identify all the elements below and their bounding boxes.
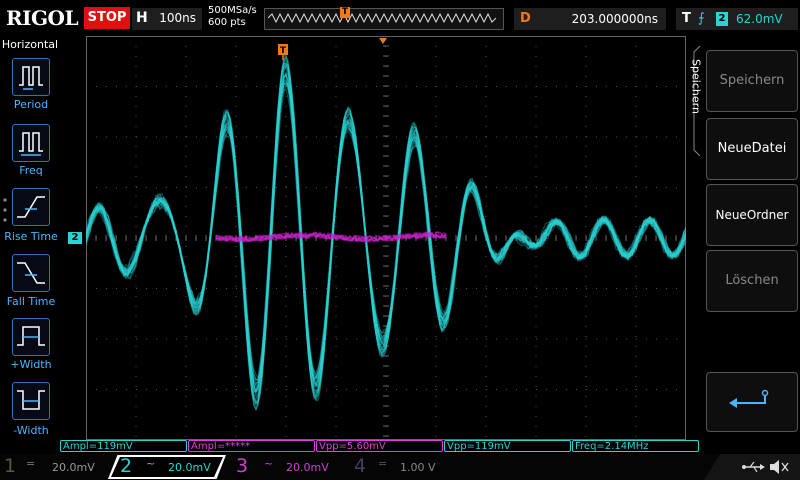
brand-logo: RIGOL	[6, 6, 78, 30]
freq-label: Freq	[0, 164, 62, 177]
trigger-level: 62.0mV	[736, 12, 783, 26]
dc-coupling-icon: =	[378, 457, 387, 470]
save-menu-panel: Speichern Speichern NeueDatei NeueOrdner…	[688, 36, 800, 440]
back-button[interactable]	[706, 372, 798, 432]
channel-scale: 20.0mV	[168, 461, 211, 474]
measurement-ch2-vpp[interactable]: Vpp=119mV	[444, 440, 571, 452]
page-dots-icon	[2, 196, 8, 236]
negative-width-icon	[13, 383, 49, 419]
memory-depth: 600 pts	[208, 17, 257, 29]
top-status-bar: RIGOL STOP H 100ns 500MSa/s 600 pts T D …	[0, 0, 800, 36]
rise-time-icon	[13, 189, 49, 225]
menu-title: Speichern	[690, 39, 703, 135]
period-icon	[13, 59, 49, 95]
timebase-label: H	[136, 10, 148, 26]
neue-ordner-button[interactable]: NeueOrdner	[706, 184, 798, 246]
svg-text:T: T	[280, 46, 287, 56]
delay-label: D	[520, 11, 531, 26]
trigger-position-marker: T	[340, 7, 350, 18]
channel-number: 3	[236, 455, 248, 477]
ac-coupling-icon: ~	[146, 457, 155, 470]
fall-time-label: Fall Time	[0, 295, 62, 308]
channel-2-offset-marker[interactable]: 2	[68, 232, 82, 244]
channel-scale: 1.00 V	[400, 461, 436, 474]
channel-3-status[interactable]: 3 ~ 20.0mV	[230, 455, 344, 479]
freq-button[interactable]	[12, 124, 50, 162]
measurement-bar: Ampl=119mV Ampl=***** Vpp=5.60mV Vpp=119…	[60, 440, 700, 453]
measurement-ch3-amplitude[interactable]: Ampl=*****	[188, 440, 315, 452]
channel-number: 2	[120, 455, 132, 477]
measurement-ch2-amplitude[interactable]: Ampl=119mV	[60, 440, 187, 452]
status-icons-area	[700, 454, 800, 480]
negative-width-button[interactable]	[12, 382, 50, 420]
positive-width-button[interactable]	[12, 318, 50, 356]
dc-coupling-icon: =	[26, 457, 35, 470]
rise-time-button[interactable]	[12, 188, 50, 226]
acquisition-info: 500MSa/s 600 pts	[208, 5, 257, 29]
rise-time-label: Rise Time	[0, 230, 62, 243]
return-arrow-icon	[707, 373, 797, 431]
freq-icon	[13, 125, 49, 161]
delay-value: 203.000000ns	[572, 12, 658, 26]
channel-scale: 20.0mV	[286, 461, 329, 474]
channel-status-bar: 1 = 20.0mV 2 ~ 20.0mV 3 ~ 20.0mV 4 = 1.0…	[0, 454, 800, 480]
timebase-value: 100ns	[159, 11, 196, 25]
fall-time-button[interactable]	[12, 254, 50, 292]
ac-coupling-icon: ~	[264, 457, 273, 470]
fall-time-icon	[13, 255, 49, 291]
positive-width-icon	[13, 319, 49, 355]
loeschen-button[interactable]: Löschen	[706, 250, 798, 312]
channel-scale: 20.0mV	[52, 461, 95, 474]
panel-title: Horizontal	[0, 38, 60, 51]
channel-1-status[interactable]: 1 = 20.0mV	[0, 455, 106, 479]
trigger-label: T	[682, 11, 691, 26]
period-button[interactable]	[12, 58, 50, 96]
horizontal-measure-panel: Horizontal Period Freq Rise Time Fall Ti…	[0, 36, 60, 440]
channel-4-status[interactable]: 4 = 1.00 V	[348, 455, 458, 479]
trigger-source: 2	[716, 12, 728, 26]
rising-edge-icon: ⨍	[698, 11, 705, 26]
trigger-box[interactable]: T ⨍ 2 62.0mV	[676, 8, 798, 30]
measurement-ch2-frequency[interactable]: Freq=2.14MHz	[572, 440, 699, 452]
neue-datei-button[interactable]: NeueDatei	[706, 118, 798, 180]
period-label: Period	[0, 98, 62, 111]
channel-2-status[interactable]: 2 ~ 20.0mV	[108, 455, 226, 479]
waveform-display[interactable]: T	[86, 36, 686, 440]
speichern-button[interactable]: Speichern	[706, 50, 798, 112]
positive-width-label: +Width	[0, 358, 62, 371]
timebase-box[interactable]: H 100ns	[132, 8, 202, 30]
sample-rate: 500MSa/s	[208, 5, 257, 17]
channel-number: 1	[4, 455, 16, 477]
memory-overview-wave	[268, 12, 498, 24]
negative-width-label: -Width	[0, 424, 62, 437]
measurement-ch3-vpp[interactable]: Vpp=5.60mV	[316, 440, 443, 452]
delay-box[interactable]: D 203.000000ns	[514, 8, 666, 30]
run-stop-indicator[interactable]: STOP	[84, 7, 130, 29]
channel-number: 4	[354, 455, 366, 477]
